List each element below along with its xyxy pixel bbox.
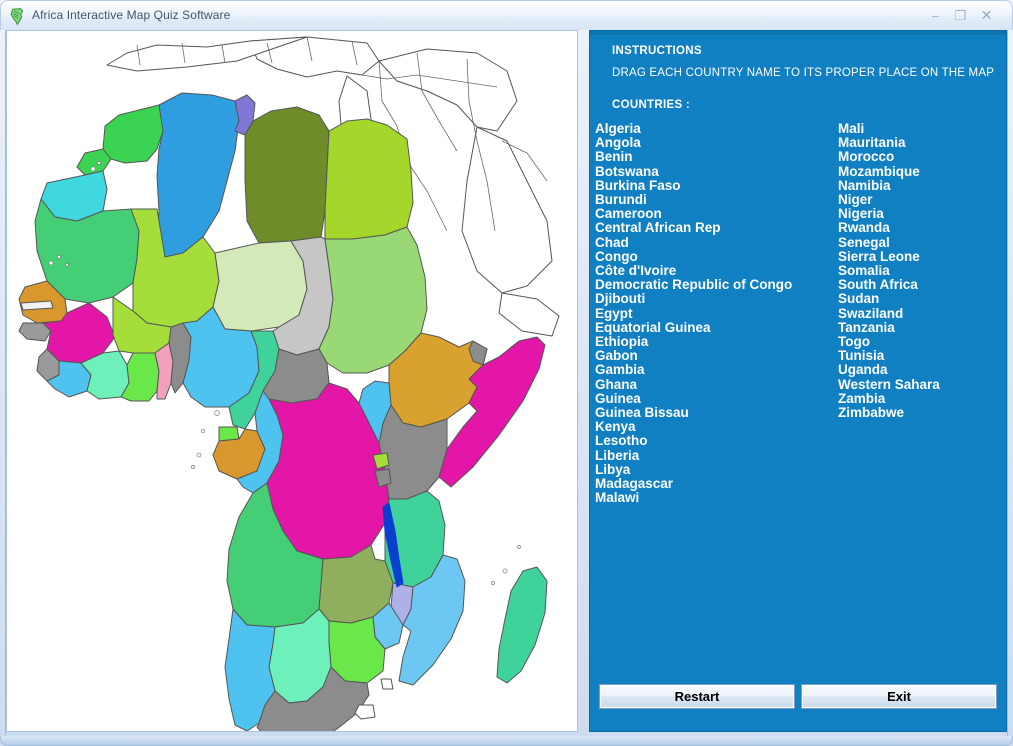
- restart-button-label: Restart: [674, 689, 720, 704]
- country-name-item[interactable]: Morocco: [838, 150, 940, 164]
- country-name-item[interactable]: Liberia: [595, 448, 792, 463]
- country-name-item[interactable]: Zambia: [838, 391, 940, 406]
- country-name-item[interactable]: Sierra Leone: [838, 249, 940, 264]
- country-name-item[interactable]: Ethiopia: [595, 334, 792, 349]
- country-name-item[interactable]: Côte d'Ivoire: [595, 263, 792, 278]
- country-name-item[interactable]: Gabon: [595, 349, 792, 363]
- country-name-item[interactable]: Nigeria: [838, 207, 940, 221]
- exit-button-label: Exit: [887, 689, 911, 704]
- country-name-item[interactable]: Senegal: [838, 235, 940, 250]
- country-name-item[interactable]: Guinea Bissau: [595, 405, 792, 420]
- instructions-heading: INSTRUCTIONS: [612, 45, 702, 57]
- minimize-icon: –: [931, 8, 940, 23]
- country-name-item[interactable]: Democratic Republic of Congo: [595, 278, 792, 292]
- country-name-item[interactable]: Chad: [595, 235, 792, 250]
- country-list-column-1: Algeria Angola Benin Botswana Burkina Faso Bu…: [595, 121, 792, 505]
- country-name-item[interactable]: Mozambique: [838, 164, 940, 179]
- country-name-item[interactable]: Benin: [595, 150, 792, 164]
- close-icon: ✕: [980, 7, 993, 23]
- map-region-morocco[interactable]: [76, 104, 168, 176]
- country-name-item[interactable]: Niger: [838, 192, 940, 207]
- window-bottom-frame: [0, 736, 1013, 746]
- country-name-item[interactable]: Djibouti: [595, 292, 792, 306]
- map-panel[interactable]: [6, 30, 578, 732]
- window-title: Africa Interactive Map Quiz Software: [32, 8, 231, 22]
- country-name-item[interactable]: Tanzania: [838, 320, 940, 335]
- restart-button[interactable]: Restart: [599, 684, 795, 709]
- country-name-item[interactable]: Cameroon: [595, 207, 792, 221]
- country-name-item[interactable]: Sudan: [838, 292, 940, 306]
- map-region-libya[interactable]: [244, 106, 330, 244]
- maximize-icon: ❐: [954, 8, 967, 23]
- country-name-item[interactable]: Botswana: [595, 164, 792, 179]
- country-name-item[interactable]: South Africa: [838, 278, 940, 292]
- map-region-egypt[interactable]: [324, 118, 414, 240]
- country-name-item[interactable]: Ghana: [595, 377, 792, 392]
- button-row: Restart Exit: [599, 684, 997, 709]
- country-name-item[interactable]: Burundi: [595, 192, 792, 207]
- minimize-button[interactable]: –: [926, 7, 945, 24]
- country-name-item[interactable]: Guinea: [595, 391, 792, 406]
- map-region-algeria[interactable]: [156, 92, 240, 258]
- country-name-item[interactable]: Malawi: [595, 491, 792, 505]
- map-region-niger[interactable]: [212, 240, 308, 332]
- title-bar[interactable]: Africa Interactive Map Quiz Software – ❐…: [0, 0, 1013, 30]
- africa-map[interactable]: [7, 31, 577, 731]
- africa-continent-icon: [10, 8, 24, 26]
- country-name-item[interactable]: Madagascar: [595, 476, 792, 491]
- map-region-swaziland[interactable]: [380, 678, 394, 690]
- country-list-column-2: Mali Mauritania Morocco Mozambique Namibia Ni…: [838, 121, 940, 420]
- country-name-item[interactable]: Congo: [595, 249, 792, 264]
- country-name-item[interactable]: Swaziland: [838, 306, 940, 321]
- exit-button[interactable]: Exit: [801, 684, 997, 709]
- country-name-item[interactable]: Western Sahara: [838, 377, 940, 392]
- map-region-lesotho[interactable]: [354, 704, 376, 720]
- client-area: INSTRUCTIONS DRAG EACH COUNTRY NAME TO I…: [5, 30, 1008, 736]
- country-name-item[interactable]: Zimbabwe: [838, 405, 940, 420]
- country-name-item[interactable]: Tunisia: [838, 349, 940, 363]
- country-name-item[interactable]: Namibia: [838, 178, 940, 193]
- panel-top-band: [590, 31, 1006, 35]
- map-region-madagascar[interactable]: [496, 566, 548, 684]
- countries-heading: COUNTRIES :: [612, 99, 691, 111]
- country-name-item[interactable]: Egypt: [595, 306, 792, 321]
- country-name-item[interactable]: Gambia: [595, 363, 792, 377]
- country-name-item[interactable]: Central African Rep: [595, 221, 792, 235]
- country-name-item[interactable]: Somalia: [838, 263, 940, 278]
- maximize-button[interactable]: ❐: [951, 7, 970, 24]
- instructions-text: DRAG EACH COUNTRY NAME TO ITS PROPER PLA…: [612, 67, 995, 79]
- country-name-item[interactable]: Kenya: [595, 420, 792, 434]
- country-name-item[interactable]: Mauritania: [838, 136, 940, 150]
- country-name-item[interactable]: Algeria: [595, 121, 792, 136]
- country-name-item[interactable]: Angola: [595, 136, 792, 150]
- quiz-panel: INSTRUCTIONS DRAG EACH COUNTRY NAME TO I…: [589, 30, 1007, 732]
- country-name-item[interactable]: Uganda: [838, 363, 940, 377]
- application-window: Africa Interactive Map Quiz Software – ❐…: [0, 0, 1013, 746]
- country-name-item[interactable]: Equatorial Guinea: [595, 320, 792, 335]
- map-region-gambia[interactable]: [20, 300, 54, 311]
- country-name-item[interactable]: Rwanda: [838, 221, 940, 235]
- country-name-item[interactable]: Burkina Faso: [595, 178, 792, 193]
- country-name-item[interactable]: Togo: [838, 334, 940, 349]
- country-name-item[interactable]: Libya: [595, 462, 792, 477]
- country-name-item[interactable]: Lesotho: [595, 434, 792, 448]
- close-button[interactable]: ✕: [977, 7, 996, 24]
- country-name-item[interactable]: Mali: [838, 121, 940, 136]
